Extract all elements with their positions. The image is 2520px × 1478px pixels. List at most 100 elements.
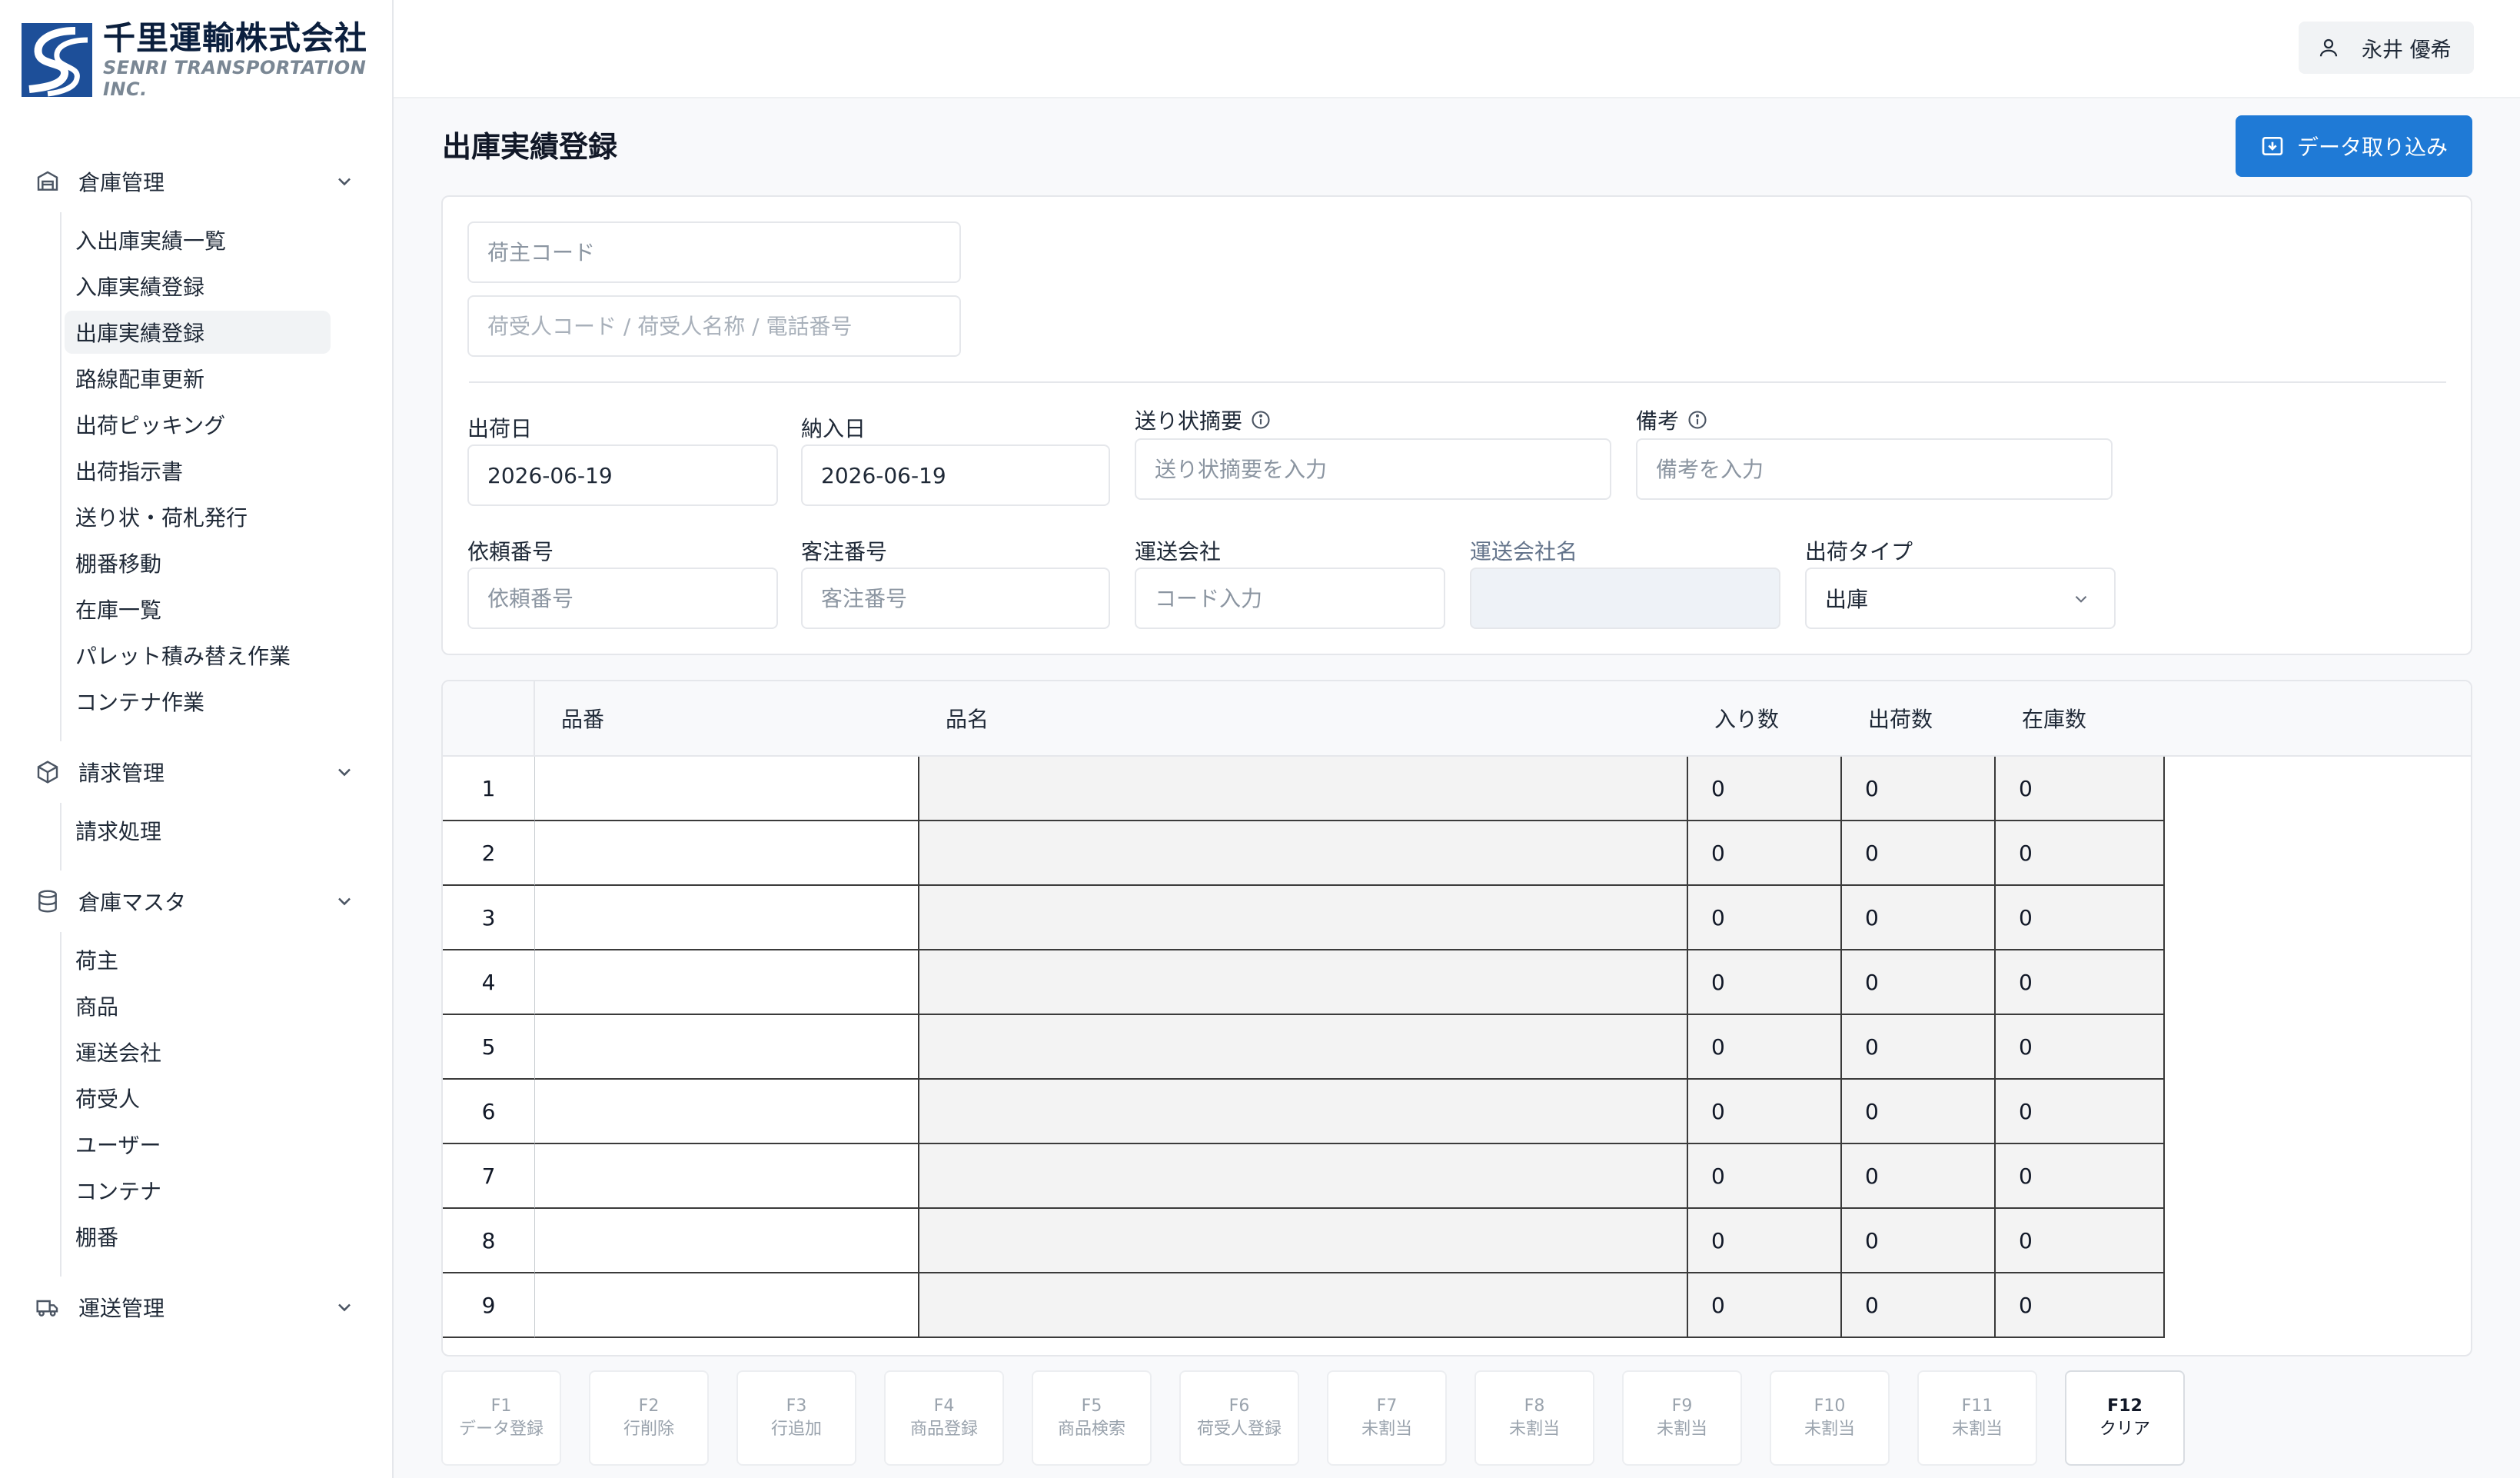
info-icon[interactable]: [1250, 409, 1272, 431]
truck-icon: [34, 1293, 62, 1321]
sidebar: 千里運輸株式会社 SENRI TRANSPORTATION INC. 倉庫管理 …: [0, 0, 394, 1478]
item-code-cell[interactable]: [535, 1144, 919, 1209]
ship-qty-cell[interactable]: 0: [1842, 886, 1996, 950]
item-name-cell: [919, 1209, 1688, 1273]
sidebar-item-carrier[interactable]: 運送会社: [65, 1030, 331, 1074]
fkey-key: F11: [1961, 1396, 1993, 1416]
item-code-cell[interactable]: [535, 950, 919, 1015]
ship-qty-cell[interactable]: 0: [1842, 821, 1996, 886]
fkey-label: 未割当: [1804, 1420, 1855, 1439]
fkey-key: F9: [1671, 1396, 1693, 1416]
sidebar-item-waybill-issue[interactable]: 送り状・荷札発行: [65, 495, 331, 538]
row-number: 4: [443, 950, 535, 1015]
function-key-bar: F1 データ登録 F2 行削除 F3 行追加 F4 商品登録 F5 商品検索 F6 荷受人登録 F7 未割…: [441, 1370, 2209, 1467]
table-row: 6000: [443, 1080, 2165, 1144]
ship-qty-cell[interactable]: 0: [1842, 757, 1996, 821]
item-code-cell[interactable]: [535, 1080, 919, 1144]
shipper-code-input[interactable]: [467, 221, 961, 283]
column-header-ship-qty: 出荷数: [1868, 707, 1933, 732]
fkey-f8-button[interactable]: F8 未割当: [1474, 1370, 1594, 1466]
item-code-cell[interactable]: [535, 757, 919, 821]
table-header: 品番 品名 入り数 出荷数 在庫数: [443, 681, 2471, 757]
sidebar-item-shipping-instructions[interactable]: 出荷指示書: [65, 449, 331, 492]
column-header-item-name: 品名: [946, 707, 989, 732]
sidebar-item-pallet-transfer[interactable]: パレット積み替え作業: [65, 634, 331, 677]
info-icon[interactable]: [1687, 409, 1708, 431]
ship-qty-cell[interactable]: 0: [1842, 1273, 1996, 1338]
remarks-input[interactable]: [1636, 438, 2113, 500]
nav-group-header-warehouse[interactable]: 倉庫管理: [0, 151, 392, 212]
customer-order-no-input[interactable]: [801, 568, 1110, 629]
request-no-input[interactable]: [467, 568, 778, 629]
waybill-summary-input[interactable]: [1135, 438, 1611, 500]
shipment-type-select[interactable]: 出庫: [1805, 568, 2116, 629]
delivery-date-input[interactable]: [801, 444, 1110, 506]
sidebar-item-shelf[interactable]: 棚番: [65, 1215, 331, 1258]
table-row: 9000: [443, 1273, 2165, 1338]
chevron-down-icon: [334, 890, 355, 912]
sidebar-item-container[interactable]: コンテナ: [65, 1169, 331, 1212]
ship-qty-cell[interactable]: 0: [1842, 950, 1996, 1015]
ship-qty-cell[interactable]: 0: [1842, 1144, 1996, 1209]
fkey-f6-button[interactable]: F6 荷受人登録: [1179, 1370, 1299, 1466]
page-title: 出庫実績登録: [442, 130, 618, 164]
item-code-cell[interactable]: [535, 821, 919, 886]
fkey-f3-button[interactable]: F3 行追加: [736, 1370, 856, 1466]
fkey-key: F2: [638, 1396, 660, 1416]
download-icon: [2262, 137, 2283, 155]
sidebar-item-picking[interactable]: 出荷ピッキング: [65, 403, 331, 446]
nav-group-header-billing[interactable]: 請求管理: [0, 741, 392, 803]
item-code-cell[interactable]: [535, 1015, 919, 1080]
fkey-key: F1: [490, 1396, 512, 1416]
sidebar-item-consignee[interactable]: 荷受人: [65, 1077, 331, 1120]
sidebar-item-receiving-entry[interactable]: 入庫実績登録: [65, 265, 331, 308]
fkey-f1-button[interactable]: F1 データ登録: [441, 1370, 561, 1466]
nav-group-transport: 運送管理: [0, 1277, 392, 1338]
nav-group-warehouse: 倉庫管理 入出庫実績一覧 入庫実績登録 出庫実績登録 路線配車更新 出荷ピッキン…: [0, 151, 392, 741]
fkey-f10-button[interactable]: F10 未割当: [1770, 1370, 1890, 1466]
qty-per-cell: 0: [1688, 1273, 1842, 1338]
shipment-type-value: 出庫: [1825, 587, 1869, 612]
consignee-search-input[interactable]: [467, 295, 961, 357]
stock-cell: 0: [1996, 1080, 2165, 1144]
qty-per-cell: 0: [1688, 950, 1842, 1015]
nav-group-header-warehouse-master[interactable]: 倉庫マスタ: [0, 870, 392, 932]
fkey-f9-button[interactable]: F9 未割当: [1622, 1370, 1742, 1466]
carrier-code-input[interactable]: [1135, 568, 1445, 629]
ship-qty-cell[interactable]: 0: [1842, 1080, 1996, 1144]
items-table: 品番 品名 入り数 出荷数 在庫数 1000200030004000500060…: [441, 680, 2472, 1356]
sidebar-item-product[interactable]: 商品: [65, 984, 331, 1027]
fkey-f4-button[interactable]: F4 商品登録: [884, 1370, 1004, 1466]
ship-qty-cell[interactable]: 0: [1842, 1015, 1996, 1080]
nav-group-header-transport[interactable]: 運送管理: [0, 1277, 392, 1338]
form-divider: [469, 381, 2446, 383]
sidebar-item-user[interactable]: ユーザー: [65, 1123, 331, 1166]
fkey-key: F5: [1081, 1396, 1102, 1416]
user-menu-button[interactable]: 永井 優希: [2299, 22, 2474, 74]
sidebar-item-container-work[interactable]: コンテナ作業: [65, 680, 331, 723]
sidebar-item-shipper[interactable]: 荷主: [65, 938, 331, 981]
row-number: 6: [443, 1080, 535, 1144]
item-code-cell[interactable]: [535, 1209, 919, 1273]
fkey-label: クリア: [2099, 1420, 2150, 1439]
fkey-f11-button[interactable]: F11 未割当: [1917, 1370, 2037, 1466]
sidebar-item-inventory-list[interactable]: 在庫一覧: [65, 588, 331, 631]
fkey-f7-button[interactable]: F7 未割当: [1327, 1370, 1447, 1466]
fkey-key: F6: [1228, 1396, 1250, 1416]
fkey-f12-button[interactable]: F12 クリア: [2065, 1370, 2185, 1466]
sidebar-item-inout-list[interactable]: 入出庫実績一覧: [65, 218, 331, 261]
sidebar-item-shelf-move[interactable]: 棚番移動: [65, 541, 331, 584]
fkey-f2-button[interactable]: F2 行削除: [589, 1370, 709, 1466]
item-code-cell[interactable]: [535, 886, 919, 950]
sidebar-item-shipping-entry[interactable]: 出庫実績登録: [65, 311, 331, 354]
sidebar-item-billing-process[interactable]: 請求処理: [65, 809, 331, 852]
sidebar-item-route-dispatch[interactable]: 路線配車更新: [65, 357, 331, 400]
ship-qty-cell[interactable]: 0: [1842, 1209, 1996, 1273]
company-logo[interactable]: 千里運輸株式会社 SENRI TRANSPORTATION INC.: [22, 20, 375, 100]
import-data-button[interactable]: データ取り込み: [2236, 115, 2472, 177]
ship-date-input[interactable]: [467, 444, 778, 506]
delivery-date-label: 納入日: [801, 416, 866, 441]
fkey-f5-button[interactable]: F5 商品検索: [1032, 1370, 1152, 1466]
top-bar: 永井 優希: [394, 0, 2520, 98]
item-code-cell[interactable]: [535, 1273, 919, 1338]
